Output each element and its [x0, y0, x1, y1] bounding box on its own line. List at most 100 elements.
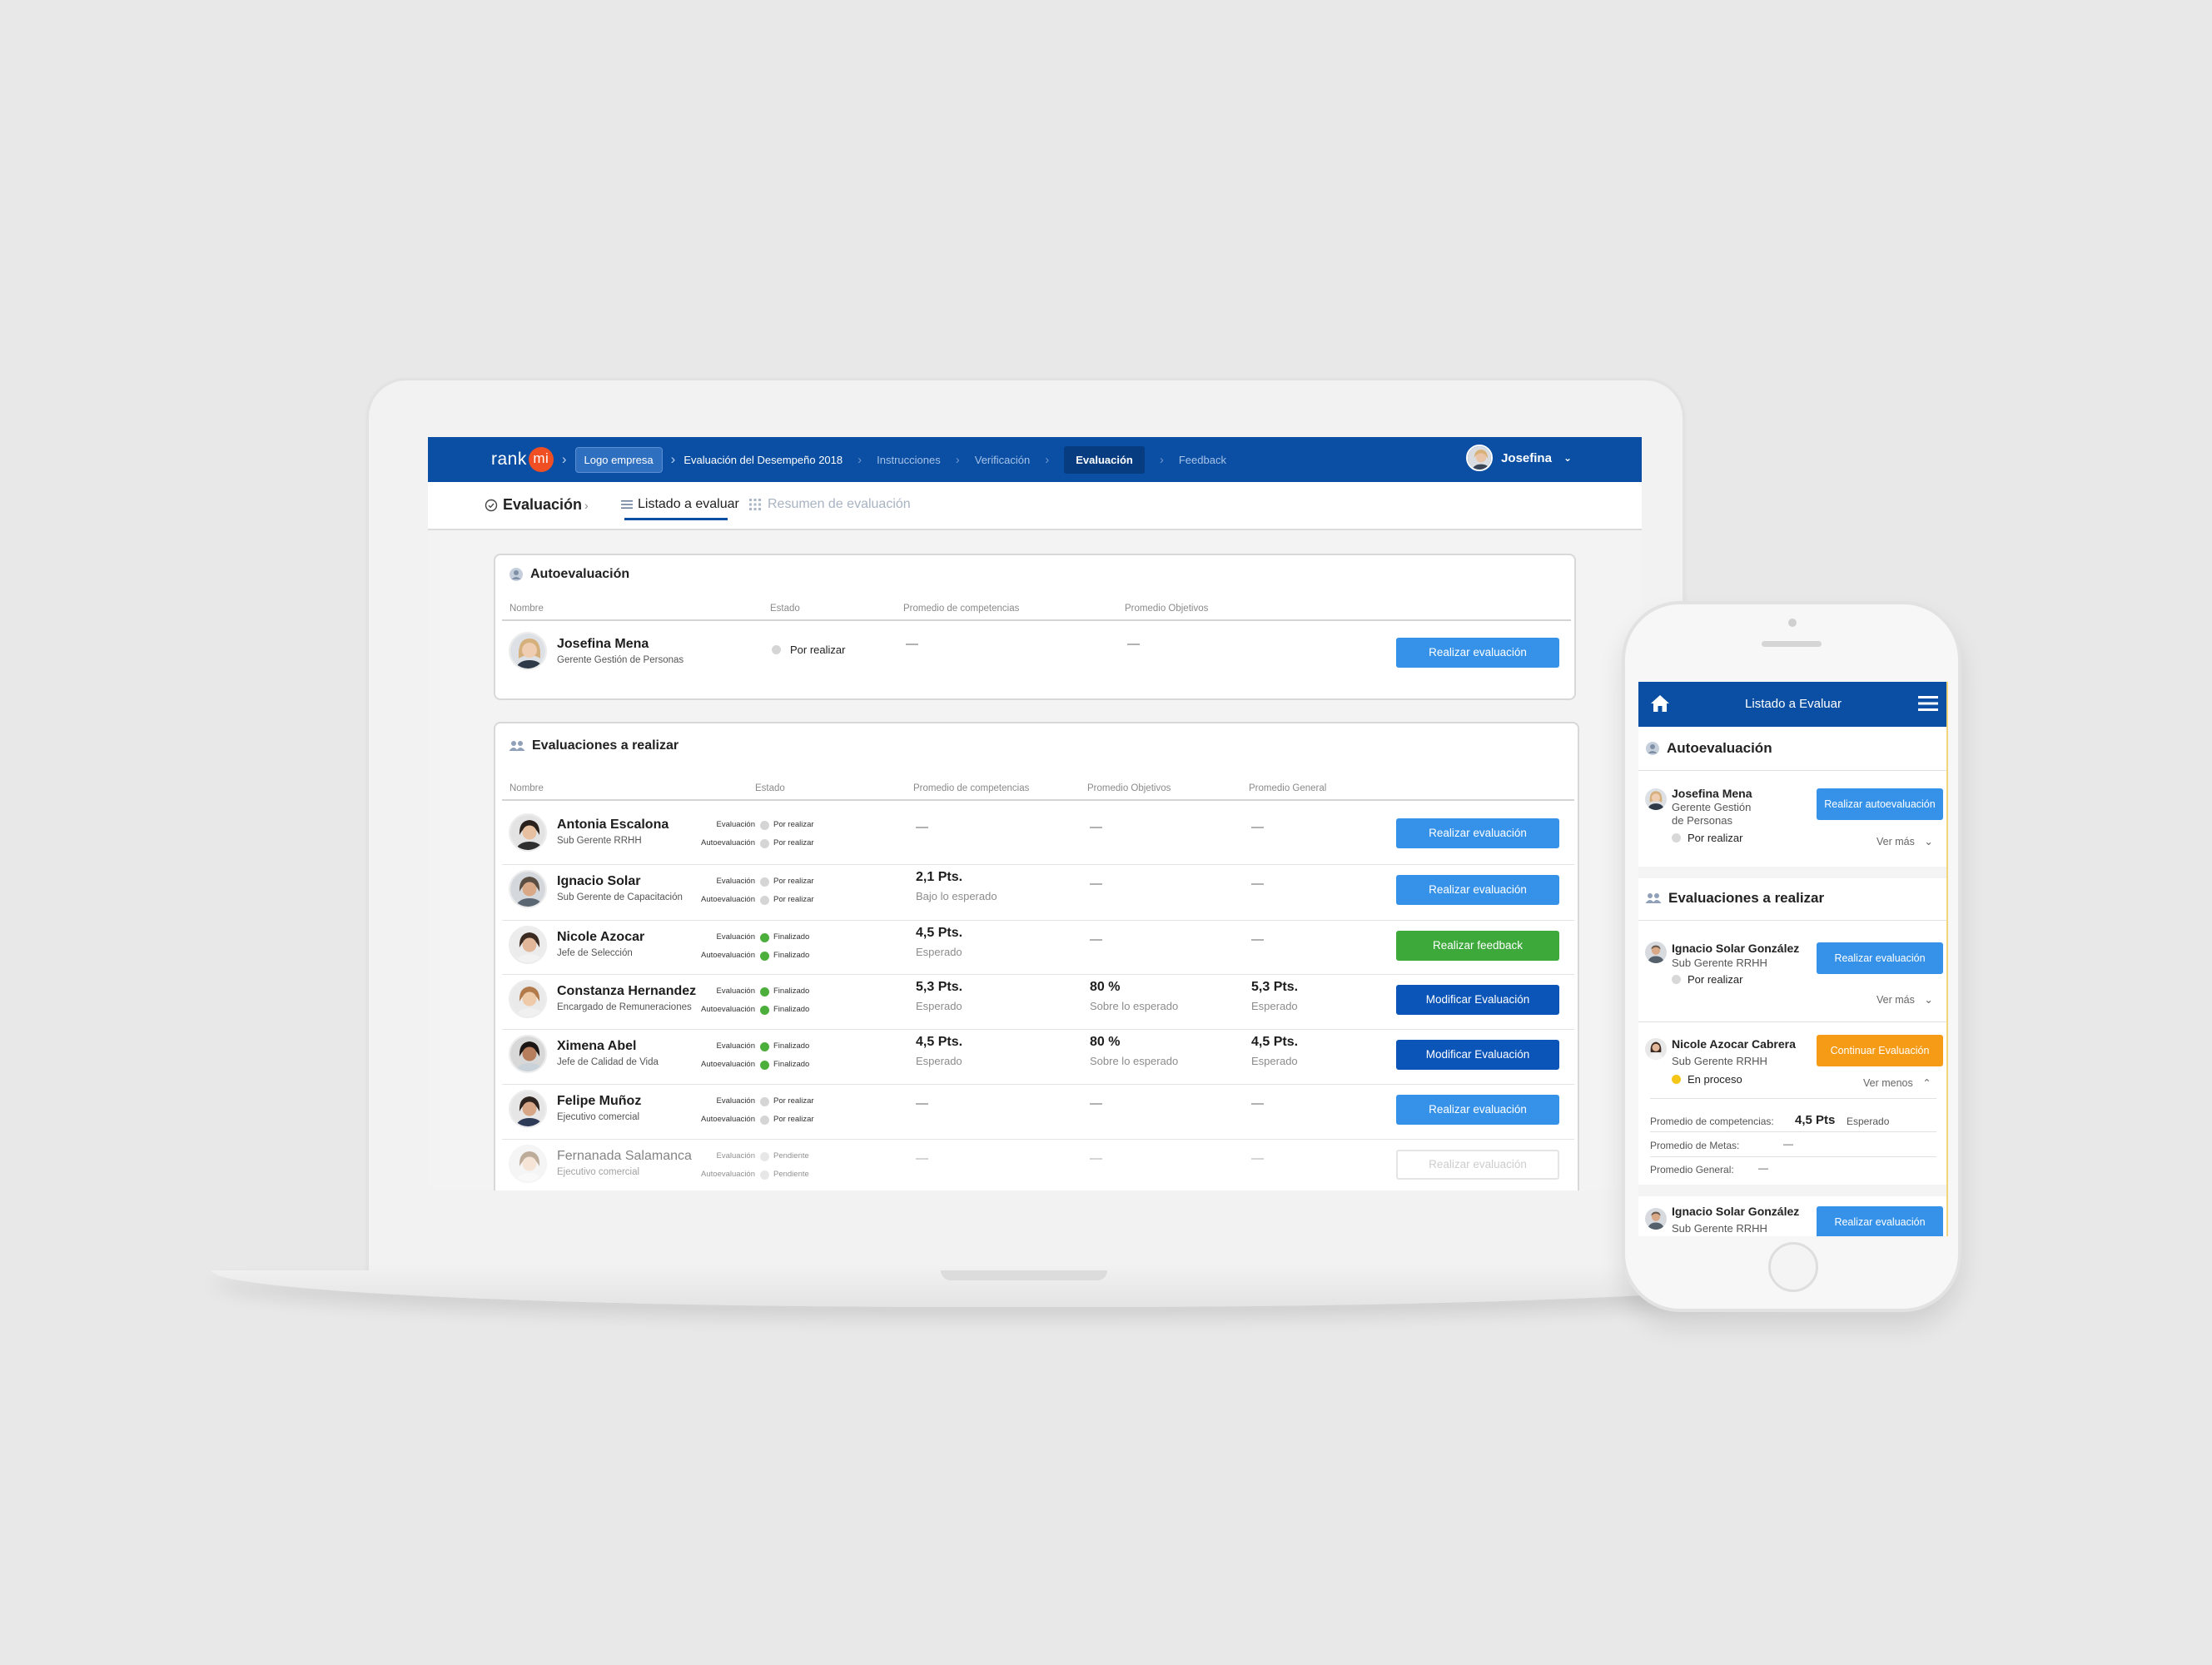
value-competencias: 5,3 Pts.	[916, 980, 963, 994]
value-general: 5,3 Pts.	[1251, 980, 1299, 994]
status-dot	[760, 933, 769, 942]
phone-home-button[interactable]	[1768, 1242, 1818, 1292]
status-evaluacion: Pendiente	[773, 1151, 809, 1161]
mobile-person-name[interactable]: Josefina Mena	[1672, 787, 1752, 800]
chevron-right-icon: ›	[561, 451, 567, 467]
realizar-feedback-button[interactable]: Realizar feedback	[1396, 931, 1559, 961]
user-menu[interactable]: Josefina ⌄	[1466, 445, 1572, 471]
table-header-divider	[502, 799, 1574, 801]
detail-comp-sub: Esperado	[1847, 1116, 1890, 1127]
mobile-person-name[interactable]: Ignacio Solar González	[1672, 1205, 1799, 1218]
mobile-person-name[interactable]: Nicole Azocar Cabrera	[1672, 1037, 1796, 1051]
realizar-evaluacion-button[interactable]: Realizar evaluación	[1396, 818, 1559, 848]
detail-comp-label: Promedio de competencias:	[1650, 1116, 1774, 1127]
ver-mas-link[interactable]: Ver más ⌄	[1876, 993, 1933, 1006]
status-autoevaluacion: Por realizar	[773, 895, 814, 904]
value-competencias: —	[916, 820, 928, 834]
value-competencias: —	[916, 1151, 928, 1166]
value-general: —	[1251, 932, 1264, 947]
mobile-status: Por realizar	[1672, 832, 1742, 844]
person-role: Sub Gerente RRHH	[557, 836, 642, 846]
row-divider	[502, 1084, 1574, 1085]
value-competencias: 4,5 Pts.	[916, 1035, 963, 1049]
status-autoevaluacion: Finalizado	[773, 1005, 810, 1014]
avatar	[509, 813, 547, 852]
person-name[interactable]: Josefina Mena	[557, 637, 649, 652]
chevron-down-icon: ⌄	[1563, 452, 1572, 464]
logo-text: rank	[491, 450, 527, 469]
status-label-evaluacion: Evaluación	[716, 932, 755, 942]
person-name[interactable]: Constanza Hernandez	[557, 984, 696, 999]
chevron-right-icon: ›	[584, 498, 589, 512]
status-autoevaluacion: Por realizar	[773, 838, 814, 847]
status-label-evaluacion: Evaluación	[716, 1151, 755, 1161]
mobile-eval-section: Evaluaciones a realizar	[1645, 890, 1824, 907]
person-name[interactable]: Ignacio Solar	[557, 874, 640, 889]
tab-resumen[interactable]: Resumen de evaluación	[749, 497, 911, 512]
breadcrumb-process[interactable]: Evaluación del Desempeño 2018	[683, 454, 843, 466]
status-label-evaluacion: Evaluación	[716, 877, 755, 886]
mobile-person-role: Gerente Gestión de Personas	[1672, 801, 1752, 827]
step-feedback[interactable]: Feedback	[1179, 454, 1226, 466]
realizar-evaluacion-button[interactable]: Realizar evaluación	[1396, 1095, 1559, 1125]
status-label-autoevaluacion: Autoevaluación	[701, 1060, 755, 1069]
rankmi-logo[interactable]: rank mi	[491, 447, 554, 472]
modificar-evaluacion-button[interactable]: Modificar Evaluación	[1396, 1040, 1559, 1070]
company-logo-box[interactable]: Logo empresa	[574, 446, 663, 473]
modificar-evaluacion-button[interactable]: Modificar Evaluación	[1396, 985, 1559, 1015]
col-header-general: Promedio General	[1249, 783, 1327, 793]
status-dot	[760, 1170, 769, 1180]
person-name[interactable]: Felipe Muñoz	[557, 1094, 641, 1109]
tab-listado[interactable]: Listado a evaluar	[609, 497, 739, 512]
chevron-right-icon: ›	[670, 451, 676, 467]
person-name[interactable]: Antonia Escalona	[557, 818, 669, 832]
status-dot	[760, 987, 769, 997]
person-name[interactable]: Fernanada Salamanca	[557, 1149, 692, 1164]
phone-frame: Listado a Evaluar Autoevaluación Josefin…	[1622, 601, 1961, 1312]
status-dot	[760, 1006, 769, 1015]
users-icon	[509, 741, 525, 751]
realizar-evaluacion-button[interactable]: Realizar evaluación	[1817, 1206, 1943, 1236]
row-divider	[502, 974, 1574, 975]
hamburger-menu-icon[interactable]	[1918, 695, 1938, 712]
value-competencias: 4,5 Pts.	[916, 926, 963, 940]
step-instrucciones[interactable]: Instrucciones	[877, 454, 941, 466]
check-circle-icon	[485, 499, 498, 511]
ver-mas-text: Ver más	[1876, 994, 1915, 1006]
realizar-evaluacion-button[interactable]: Realizar evaluación	[1817, 942, 1943, 974]
step-evaluacion[interactable]: Evaluación	[1064, 445, 1145, 474]
person-name[interactable]: Ximena Abel	[557, 1039, 636, 1054]
step-verificacion[interactable]: Verificación	[975, 454, 1030, 466]
status-label-evaluacion: Evaluación	[716, 1041, 755, 1051]
realizar-evaluacion-button[interactable]: Realizar evaluación	[1396, 1150, 1559, 1180]
chevron-right-icon: ›	[1159, 452, 1164, 467]
status-evaluacion: Por realizar	[773, 820, 814, 829]
chevron-right-icon: ›	[857, 452, 862, 467]
section-evaluacion[interactable]: Evaluación ›	[485, 496, 589, 514]
ver-menos-link[interactable]: Ver menos ⌃	[1863, 1076, 1931, 1089]
realizar-evaluacion-button[interactable]: Realizar evaluación	[1396, 638, 1559, 668]
sub-competencias: Esperado	[916, 946, 962, 958]
mobile-self-section-title: Autoevaluación	[1667, 740, 1772, 756]
value-objetivos: —	[1090, 1151, 1102, 1166]
ver-mas-link[interactable]: Ver más ⌄	[1876, 835, 1933, 847]
value-general: 4,5 Pts.	[1251, 1035, 1299, 1049]
phone-speaker	[1762, 641, 1822, 647]
continuar-evaluacion-button[interactable]: Continuar Evaluación	[1817, 1035, 1943, 1066]
sub-competencias: Esperado	[916, 1055, 962, 1067]
sub-general: Esperado	[1251, 1000, 1298, 1012]
mobile-status-text: Por realizar	[1688, 973, 1743, 986]
detail-comp-value: 4,5 Pts	[1795, 1113, 1836, 1127]
evaluations-title-text: Evaluaciones a realizar	[532, 738, 679, 753]
list-icon	[621, 500, 633, 509]
status-evaluacion: Finalizado	[773, 932, 810, 942]
col-header-competencias: Promedio de competencias	[913, 783, 1030, 793]
realizar-autoevaluacion-button[interactable]: Realizar autoevaluación	[1817, 788, 1943, 820]
grid-icon	[749, 499, 761, 510]
value-general: —	[1251, 820, 1264, 834]
person-name[interactable]: Nicole Azocar	[557, 930, 644, 945]
realizar-evaluacion-button[interactable]: Realizar evaluación	[1396, 875, 1559, 905]
mobile-person-name[interactable]: Ignacio Solar González	[1672, 942, 1799, 955]
user-circle-icon	[510, 568, 523, 581]
status-dot	[772, 645, 781, 654]
